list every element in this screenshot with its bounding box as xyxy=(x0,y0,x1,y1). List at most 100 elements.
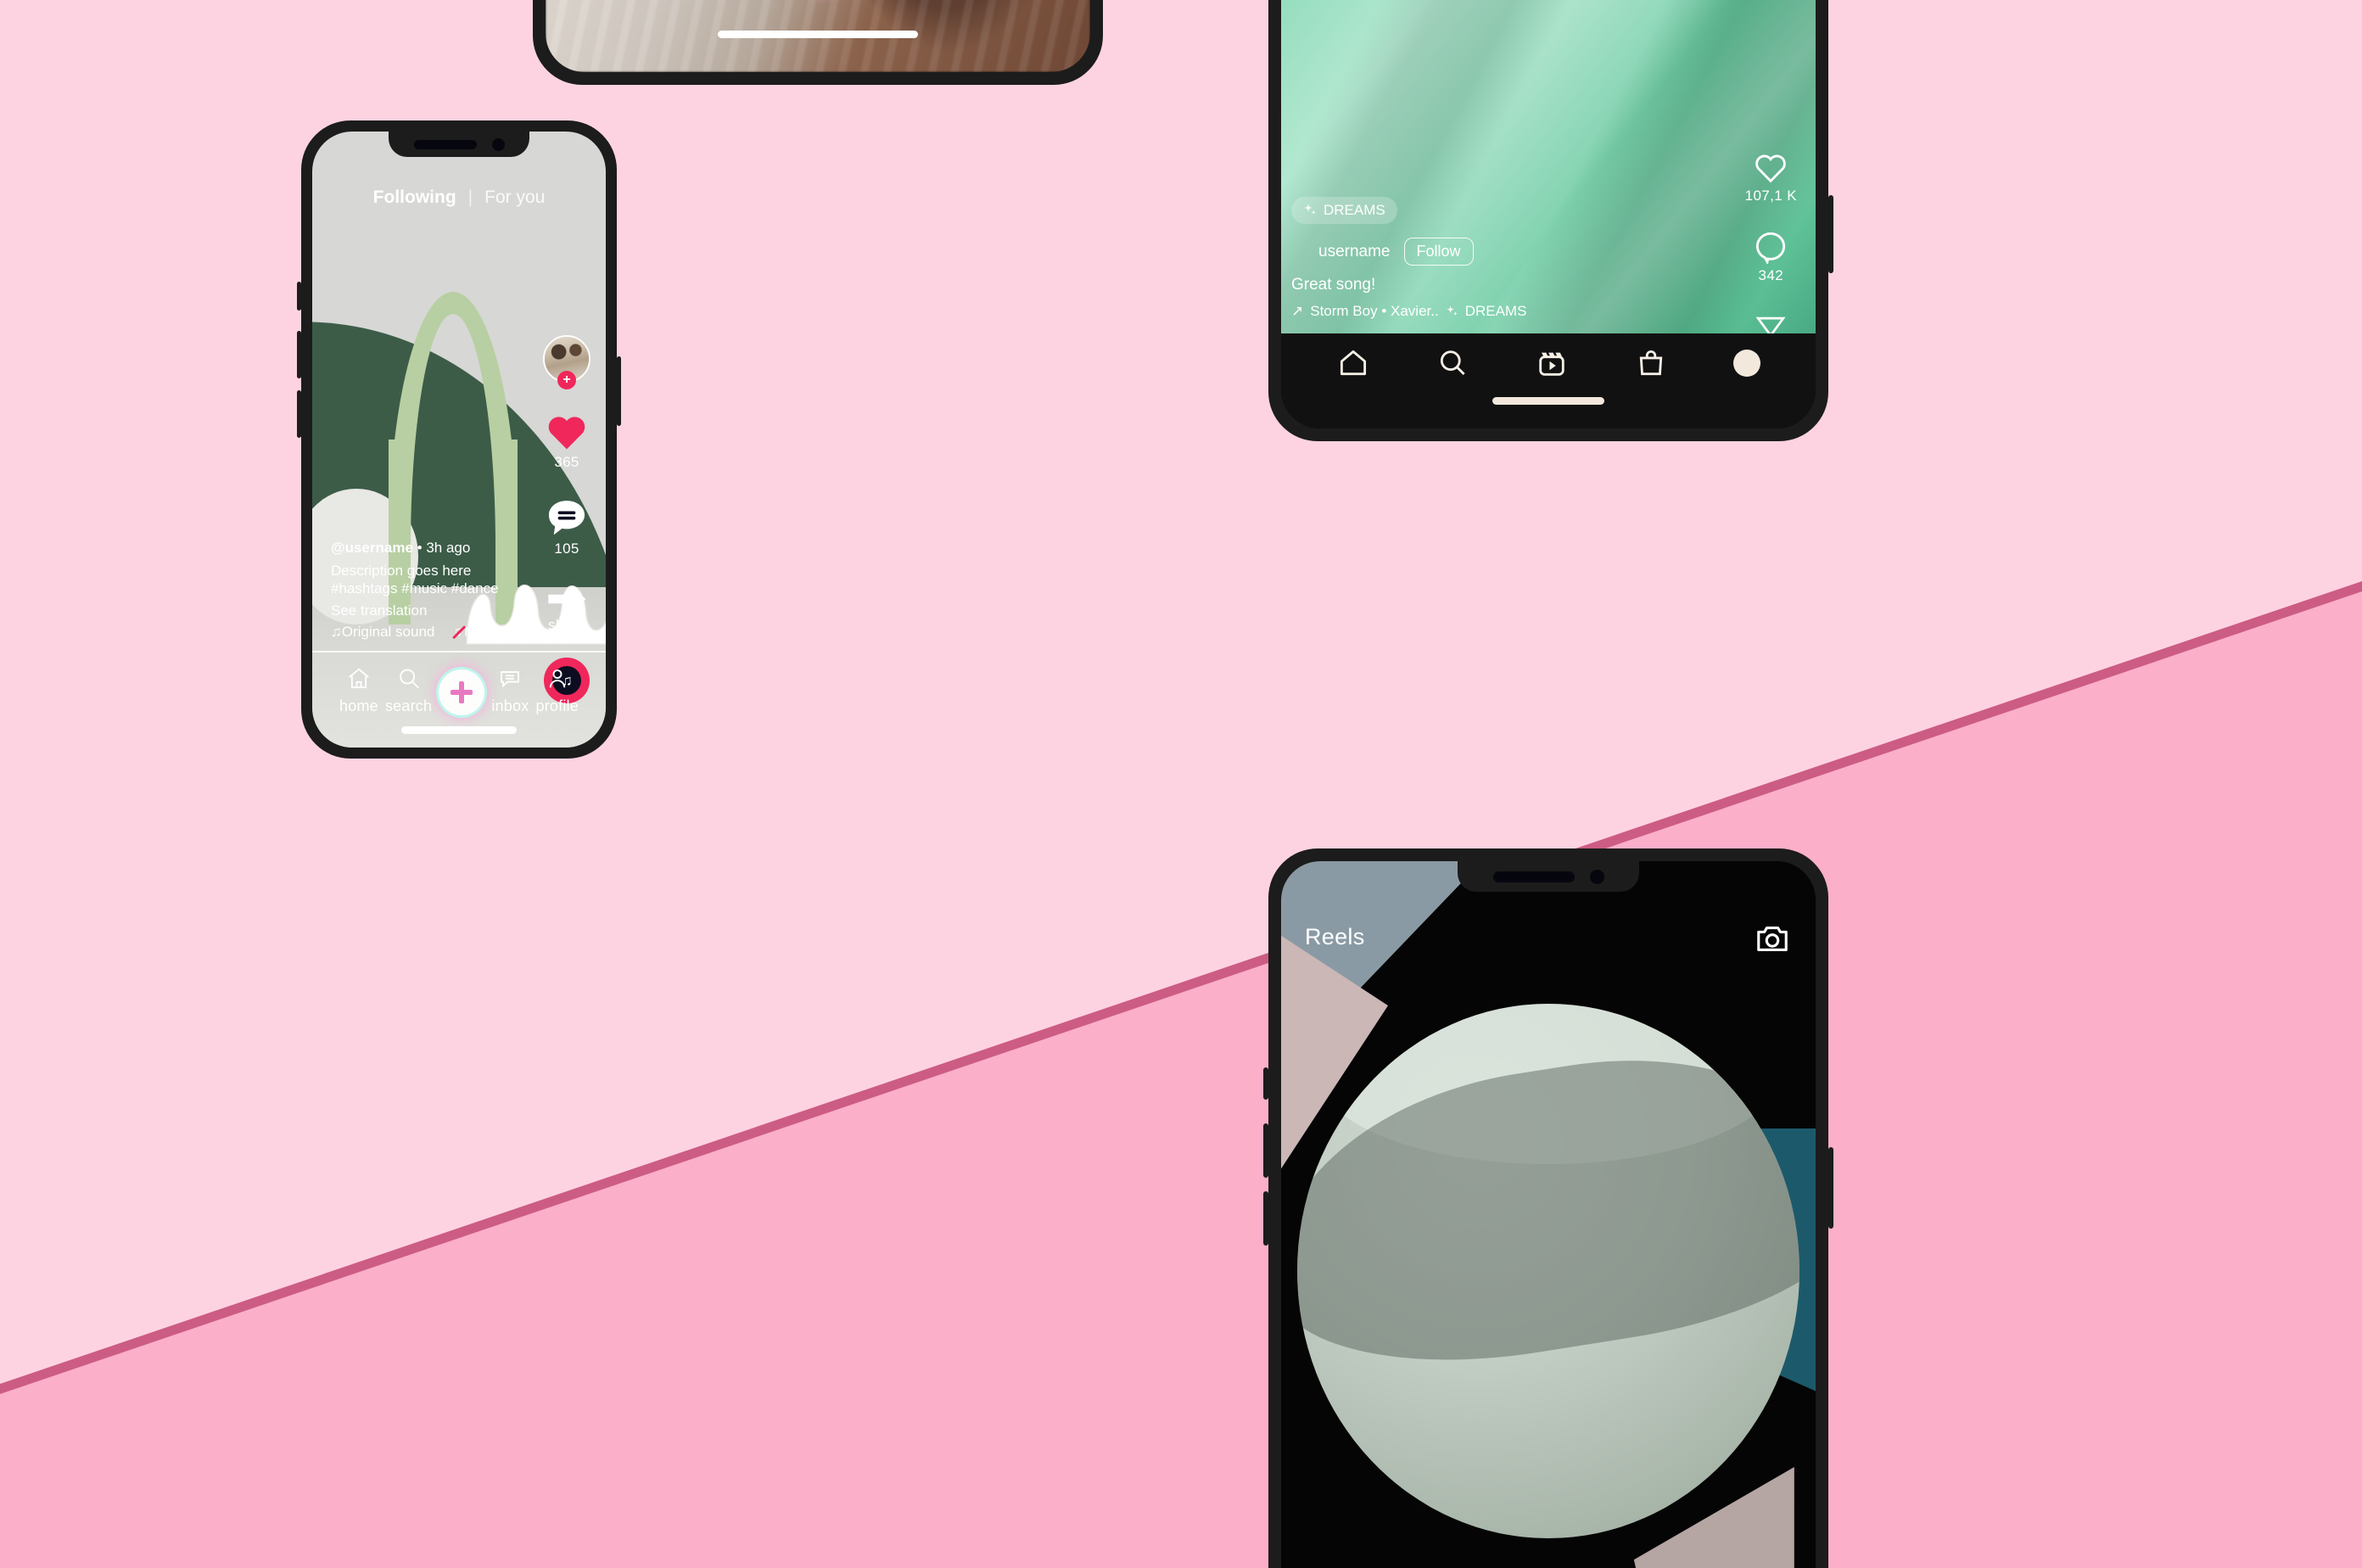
caption-description: Description goes here xyxy=(331,562,472,579)
camera-button[interactable] xyxy=(1755,922,1790,955)
sidebar-item-inbox-label: inbox xyxy=(491,697,529,714)
music-note-icon: ♫ xyxy=(331,624,342,640)
comment-count: 342 xyxy=(1758,267,1784,283)
volume-down-button[interactable] xyxy=(297,390,301,438)
share-label: share xyxy=(547,617,586,633)
post-caption: Great song! xyxy=(1291,276,1376,294)
sidebar-item-home[interactable]: home xyxy=(339,666,378,715)
audio-track-label: Storm Boy • Xavier.. xyxy=(1310,303,1439,319)
original-sound-button[interactable]: ♫Original sound xyxy=(331,624,434,641)
audio-row: ♫Original sound ♫ Mute xyxy=(331,624,531,641)
plus-icon xyxy=(439,669,485,715)
tiktok-bottom-nav[interactable]: home search inbox profile xyxy=(312,666,606,715)
sparkle-icon xyxy=(1304,204,1316,215)
author-username[interactable]: username xyxy=(1318,243,1391,261)
instagram-bottom-nav[interactable] xyxy=(1281,333,1816,428)
phone-tiktok-top: home search inbox xyxy=(533,0,1103,85)
profile-icon xyxy=(549,669,565,688)
caption-meta: @username • 3h ago xyxy=(331,540,531,557)
tab-separator: | xyxy=(467,188,473,207)
phone-tiktok-main: Following | For you + 365 105 share ♫ @u… xyxy=(297,120,621,759)
sidebar-item-profile[interactable]: profile xyxy=(536,666,579,715)
home-indicator xyxy=(401,726,517,734)
home-icon xyxy=(349,668,369,688)
phone-tiktok-main-screen: Following | For you + 365 105 share ♫ @u… xyxy=(312,132,606,748)
notch xyxy=(1458,861,1639,892)
phone-tiktok-top-screen: home search inbox xyxy=(546,0,1090,72)
home-icon[interactable] xyxy=(1336,347,1370,379)
comment-icon xyxy=(548,501,585,535)
photo-shape-sphere xyxy=(1296,1004,1800,1538)
search-icon[interactable] xyxy=(1436,347,1469,379)
follow-button[interactable]: Follow xyxy=(1403,238,1474,266)
music-pill-row: DREAMS xyxy=(1291,197,1697,224)
share-button[interactable]: share xyxy=(546,585,588,634)
original-sound-label: Original sound xyxy=(341,624,435,640)
comment-button[interactable]: 342 xyxy=(1754,230,1788,284)
heart-icon xyxy=(548,417,585,450)
paper-plane-icon xyxy=(1755,316,1786,333)
author-avatar-block[interactable]: + xyxy=(543,335,590,389)
front-camera-icon xyxy=(1589,869,1604,884)
like-button[interactable]: 365 xyxy=(546,413,588,471)
instagram-overlay: DREAMS username Follow Great song! ↗ Sto… xyxy=(1291,197,1697,320)
tab-following[interactable]: Following xyxy=(373,188,456,208)
volume-down-button[interactable] xyxy=(1263,1191,1268,1246)
phone-instagram-screen: 107,1 K 342 DREAMS username Follow Great… xyxy=(1281,0,1816,428)
music-pill[interactable]: DREAMS xyxy=(1291,197,1397,224)
volume-up-button[interactable] xyxy=(297,331,301,378)
share-button[interactable] xyxy=(1754,310,1788,333)
tab-for-you[interactable]: For you xyxy=(484,188,545,208)
video-caption-block: @username • 3h ago Description goes here… xyxy=(331,540,531,641)
phone-reels: Reels 107,1 K xyxy=(1263,848,1833,1568)
inbox-icon xyxy=(501,671,520,688)
camera-icon xyxy=(1757,927,1788,952)
caption-dot: • xyxy=(417,539,423,556)
like-button[interactable]: 107,1 K xyxy=(1745,152,1797,204)
mute-switch[interactable] xyxy=(297,282,301,311)
sidebar-item-search[interactable]: search xyxy=(385,666,432,715)
instagram-action-rail[interactable]: 107,1 K 342 xyxy=(1745,152,1797,333)
power-button[interactable] xyxy=(617,356,621,426)
audio-attribution-row[interactable]: ↗ Storm Boy • Xavier.. DREAMS xyxy=(1291,303,1697,320)
reels-video[interactable] xyxy=(1281,861,1816,1568)
home-indicator xyxy=(1492,397,1604,405)
shop-icon[interactable] xyxy=(1634,347,1668,379)
see-translation-link[interactable]: See translation xyxy=(331,602,531,619)
reels-icon[interactable] xyxy=(1535,347,1569,379)
notch xyxy=(389,132,529,157)
mute-label: Mute xyxy=(464,624,496,640)
comment-icon xyxy=(1756,232,1786,264)
audio-tag-label: DREAMS xyxy=(1464,303,1527,319)
caption-hashtags[interactable]: #hashtags #music #dance xyxy=(331,580,531,597)
caption-username[interactable]: @username xyxy=(331,540,413,556)
page-title: Reels xyxy=(1305,924,1365,949)
comment-button[interactable]: 105 xyxy=(546,498,588,557)
avatar[interactable]: + xyxy=(543,335,590,389)
sidebar-item-inbox[interactable]: inbox xyxy=(491,666,529,715)
feed-action-rail[interactable]: + 365 105 share ♫ xyxy=(543,335,590,703)
volume-up-button[interactable] xyxy=(1263,1123,1268,1178)
earpiece-speaker xyxy=(1492,871,1575,882)
phone-reels-screen: Reels 107,1 K xyxy=(1281,861,1816,1568)
front-camera-icon xyxy=(491,137,505,151)
search-icon xyxy=(399,669,419,689)
comment-count: 105 xyxy=(554,540,579,557)
instagram-video[interactable]: 107,1 K 342 DREAMS username Follow Great… xyxy=(1281,0,1816,333)
home-indicator xyxy=(718,31,918,38)
power-button[interactable] xyxy=(1828,1147,1833,1229)
sidebar-item-home-label: home xyxy=(339,697,378,714)
share-arrow-icon xyxy=(548,586,586,612)
audio-arrow-icon: ↗ xyxy=(1291,303,1304,319)
mute-switch[interactable] xyxy=(1263,1067,1268,1100)
create-post-button[interactable] xyxy=(439,669,485,715)
sidebar-item-search-label: search xyxy=(384,697,433,714)
like-count: 107,1 K xyxy=(1744,188,1797,204)
follow-plus-badge[interactable]: + xyxy=(557,371,576,389)
author-row: username Follow xyxy=(1291,238,1697,266)
power-button[interactable] xyxy=(1828,195,1833,273)
feed-tabs[interactable]: Following | For you xyxy=(312,188,606,208)
sidebar-item-profile-label: profile xyxy=(535,697,579,714)
avatar-icon[interactable] xyxy=(1733,350,1761,377)
mute-button[interactable]: ♫ Mute xyxy=(451,624,496,641)
